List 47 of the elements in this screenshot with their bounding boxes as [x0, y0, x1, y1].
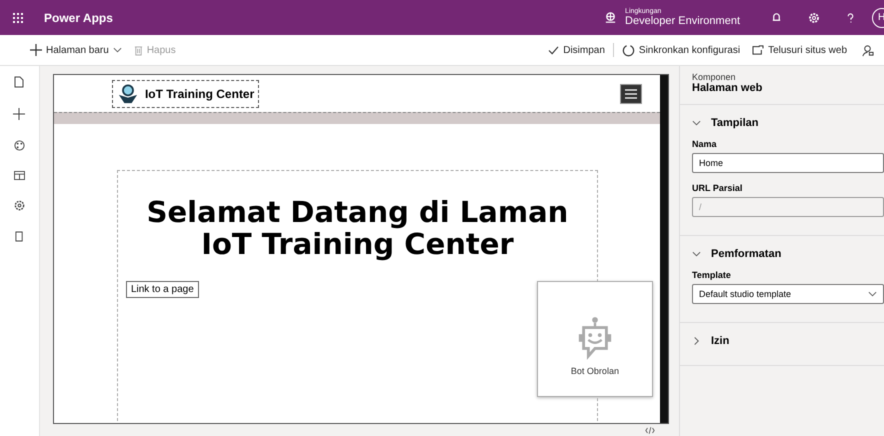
notification-icon[interactable] [771, 12, 782, 23]
logo-icon [116, 84, 139, 104]
chevron-icon [692, 120, 701, 126]
code-icon[interactable] [645, 426, 655, 434]
scrollbar[interactable] [660, 75, 668, 423]
page-heading: Selamat Datang di Laman IoT Training Center [146, 197, 570, 261]
new-page-button[interactable]: Halaman baru [26, 42, 126, 58]
checkmark-icon [548, 46, 560, 54]
chatbot-label: Bot Obrolan [570, 366, 619, 376]
field-label: Nama [692, 139, 718, 149]
chevron-icon [694, 336, 700, 346]
trash-icon [134, 44, 143, 56]
mobile-icon[interactable] [14, 231, 24, 242]
saved-status[interactable]: Disimpan [544, 42, 609, 58]
menu-icon[interactable] [620, 84, 642, 104]
add-icon[interactable] [13, 108, 26, 120]
input-field[interactable]: Home [692, 153, 884, 173]
settings-icon[interactable] [14, 200, 25, 211]
environment-icon[interactable] [604, 11, 618, 24]
chatbot-widget[interactable]: Bot Obrolan [536, 281, 653, 397]
feedback-icon[interactable] [861, 44, 874, 56]
section-header[interactable]: Tampilan [692, 109, 758, 137]
help-icon[interactable] [846, 12, 855, 24]
field-label: URL Parsial [692, 183, 744, 193]
chevron-down-icon [868, 291, 877, 297]
chevron-down-icon [112, 47, 122, 53]
link-button[interactable]: Link to a page [126, 280, 199, 298]
sync-icon [622, 44, 635, 56]
layout-icon[interactable] [14, 171, 25, 180]
site-name: IoT Training Center [144, 86, 254, 100]
section-header[interactable]: Izin [692, 327, 730, 355]
plus-icon [30, 44, 42, 56]
app-name: Power Apps [44, 10, 113, 24]
chevron-icon [692, 251, 701, 257]
field-label: Template [692, 270, 732, 280]
environment-name[interactable]: Developer Environment [625, 15, 740, 27]
section-header[interactable]: Pemformatan [692, 240, 782, 268]
app-launcher-icon[interactable] [12, 12, 24, 24]
sync-button[interactable]: Sinkronkan konfigurasi [618, 42, 744, 58]
template-dropdown[interactable]: Default studio template [692, 284, 884, 304]
component-label: Komponen [692, 72, 737, 82]
page-icon[interactable] [14, 76, 24, 88]
site-brand[interactable]: IoT Training Center [112, 80, 260, 108]
component-name: Halaman web [692, 82, 764, 94]
palette-icon[interactable] [14, 140, 25, 151]
browse-button[interactable]: Telusuri situs web [748, 42, 851, 58]
open-external-icon [752, 45, 764, 55]
